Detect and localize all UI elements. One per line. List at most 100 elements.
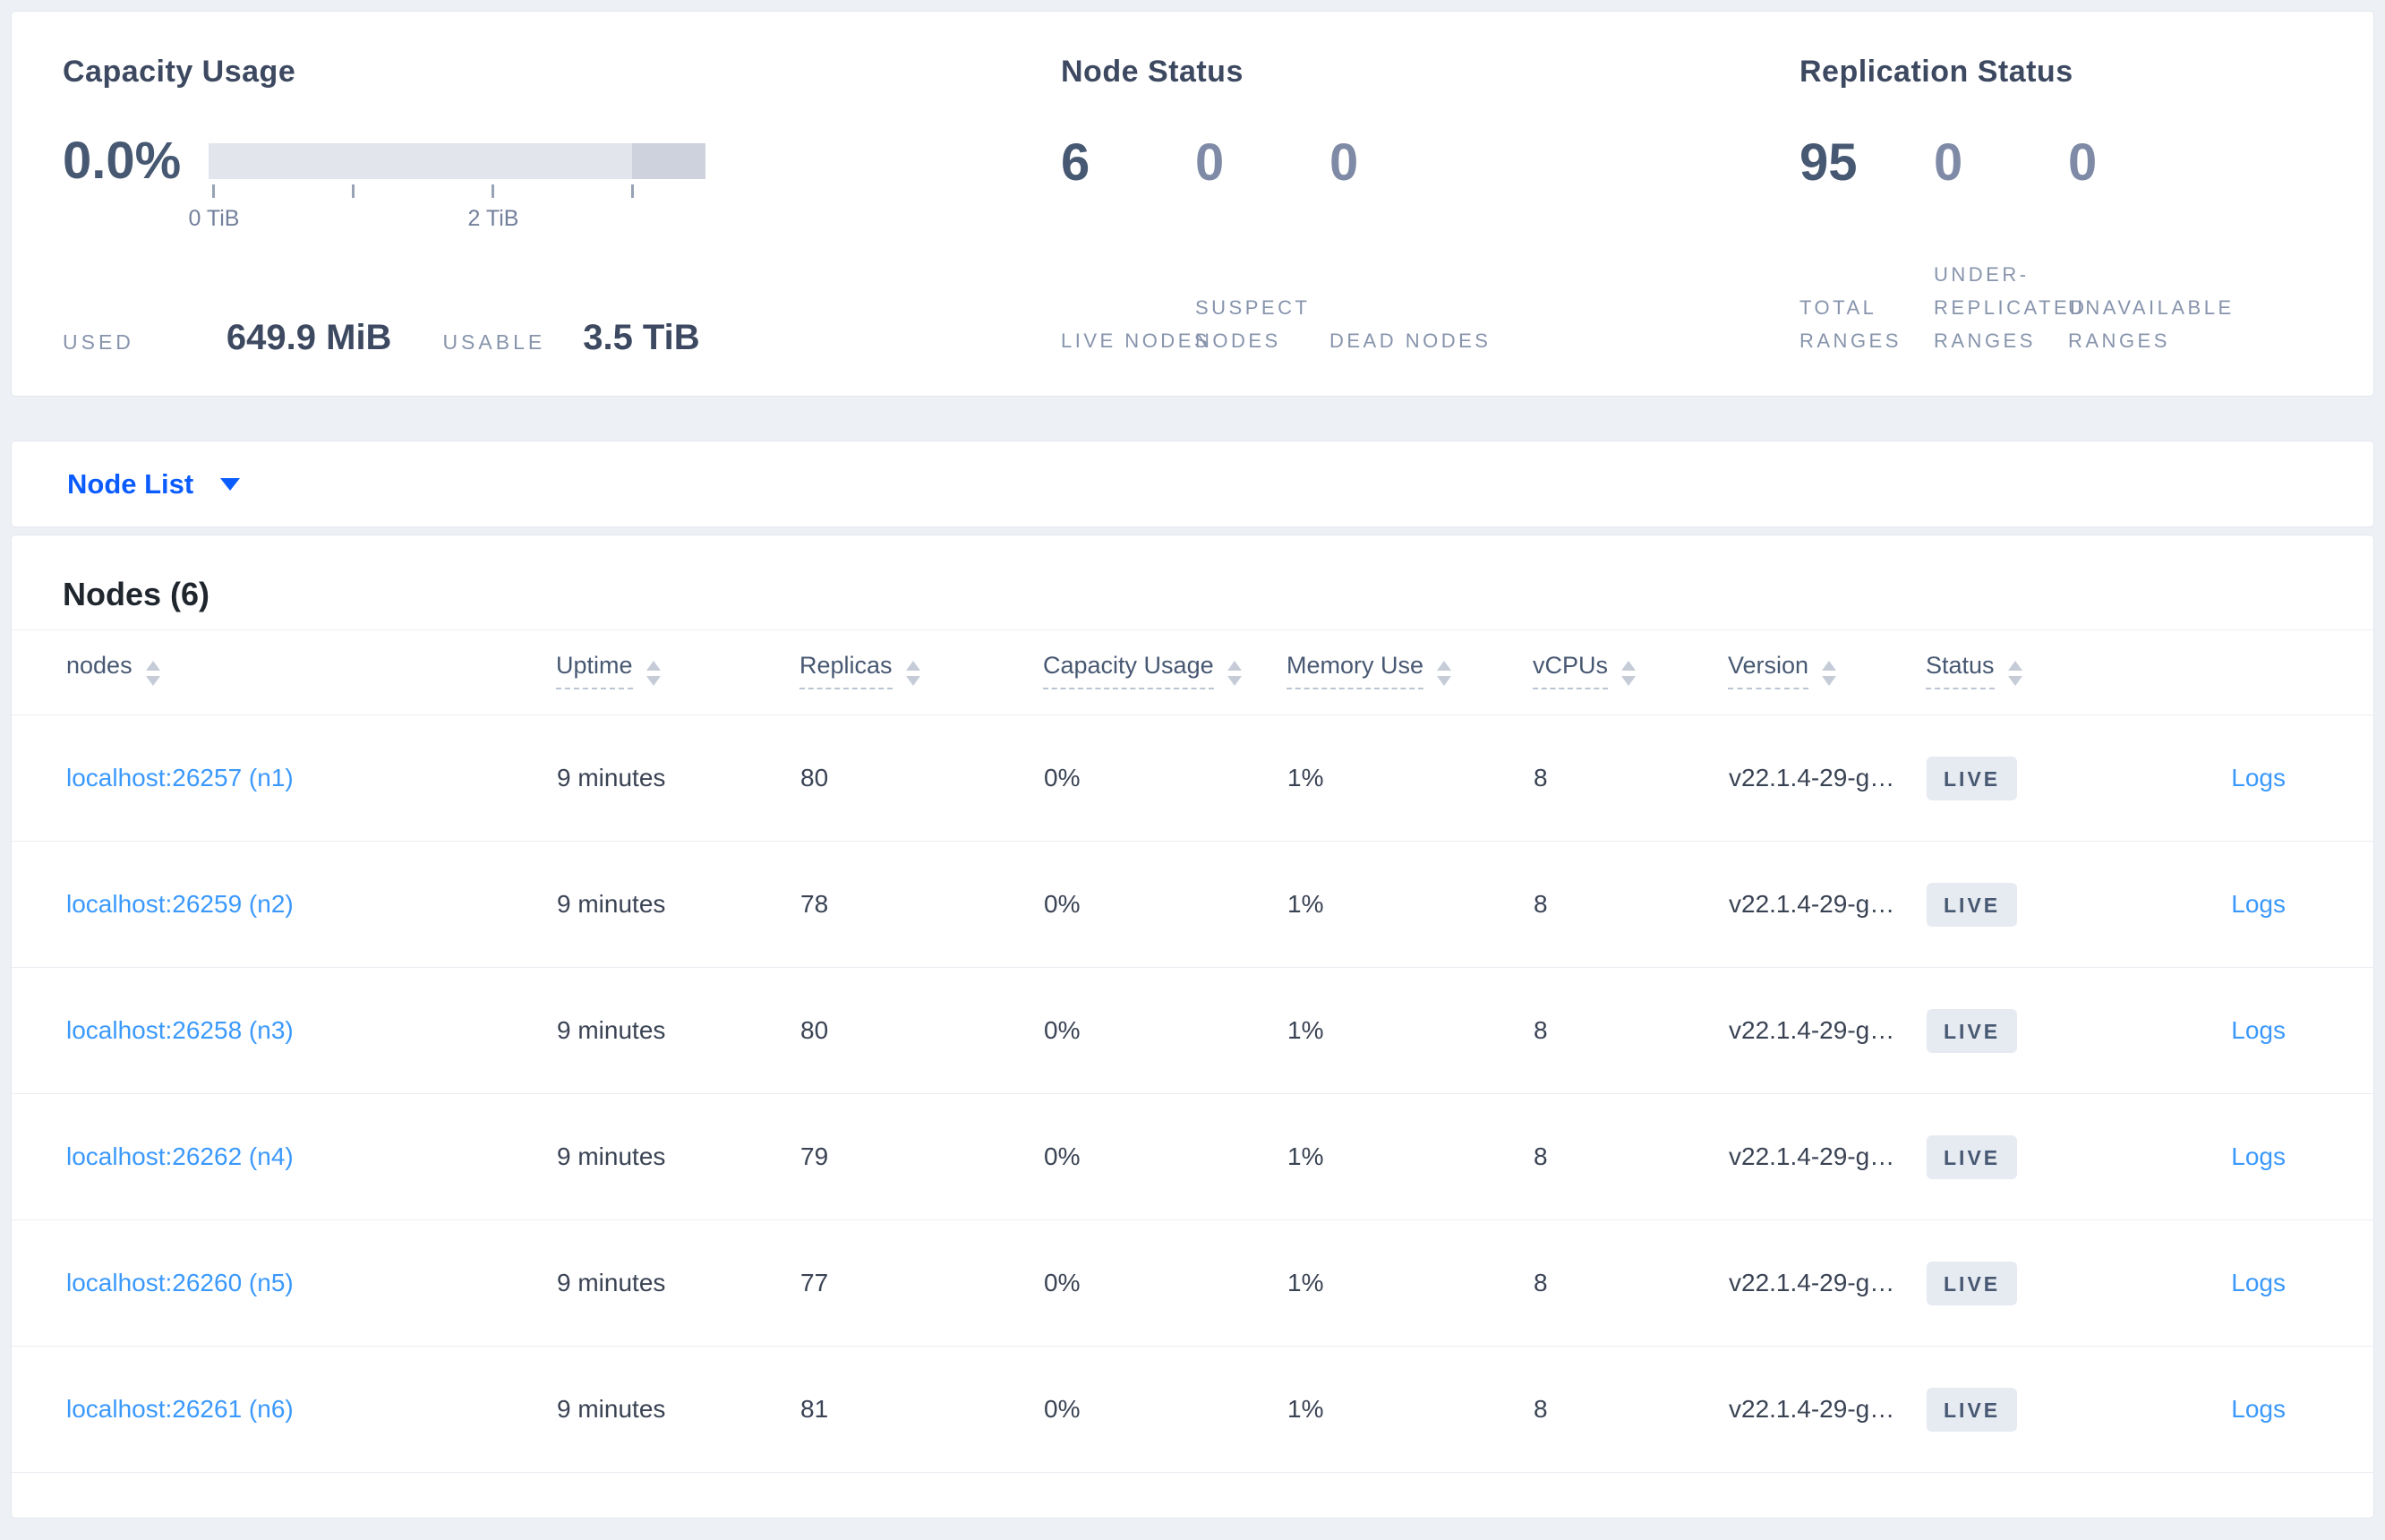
status-badge: LIVE	[1927, 1008, 2018, 1053]
replication-status-section: Replication Status 95 TOTAL RANGES 0 UND…	[1799, 55, 2231, 352]
capacity-cell: 0%	[1043, 1346, 1287, 1473]
capacity-cell: 0%	[1043, 714, 1287, 842]
column-header-status[interactable]: Status	[1926, 629, 2151, 715]
vcpus-cell: 8	[1533, 1093, 1728, 1220]
nodes-table-panel: Nodes (6) nodes Uptime Replicas Capacity…	[11, 535, 2374, 1519]
version-cell: v22.1.4-29-g…	[1728, 1219, 1926, 1347]
node-link[interactable]: localhost:26259 (n2)	[66, 890, 294, 918]
sort-icon	[905, 661, 920, 686]
sort-icon	[1227, 661, 1242, 686]
node-link[interactable]: localhost:26258 (n3)	[66, 1016, 294, 1044]
replicas-cell: 80	[799, 714, 1043, 842]
unavailable-ranges-stat: 0 UNAVAILABLE RANGES	[2068, 133, 2231, 358]
sort-icon	[2007, 661, 2022, 686]
vcpus-cell: 8	[1533, 1219, 1728, 1347]
capacity-bar-reserved-segment	[632, 143, 705, 179]
usable-label: USABLE	[442, 330, 546, 354]
column-header-version[interactable]: Version	[1728, 629, 1926, 715]
replicas-cell: 79	[799, 1093, 1043, 1220]
cluster-summary-panel: Capacity Usage 0.0% 0 TiB 2 TiB USED 649…	[11, 11, 2374, 397]
uptime-cell: 9 minutes	[556, 714, 799, 842]
column-header-uptime[interactable]: Uptime	[556, 629, 799, 715]
status-badge: LIVE	[1927, 1261, 2018, 1305]
capacity-cell: 0%	[1043, 967, 1287, 1094]
version-cell: v22.1.4-29-g…	[1728, 1346, 1926, 1473]
column-header-memory-use[interactable]: Memory Use	[1287, 629, 1533, 715]
logs-link[interactable]: Logs	[2231, 1395, 2286, 1423]
table-row: localhost:26258 (n3) 9 minutes 80 0% 1% …	[12, 967, 2373, 1094]
capacity-usage-title: Capacity Usage	[63, 55, 296, 89]
live-nodes-stat: 6 LIVE NODES	[1061, 137, 1208, 358]
node-list-dropdown[interactable]: Node List	[67, 468, 193, 500]
sort-icon	[1437, 661, 1452, 686]
memory-cell: 1%	[1287, 1219, 1533, 1347]
node-link[interactable]: localhost:26261 (n6)	[66, 1395, 294, 1423]
column-header-capacity-usage[interactable]: Capacity Usage	[1043, 629, 1287, 715]
table-row: localhost:26262 (n4) 9 minutes 79 0% 1% …	[12, 1093, 2373, 1220]
axis-tick-label: 0 TiB	[188, 206, 240, 231]
logs-link[interactable]: Logs	[2231, 1269, 2286, 1296]
table-row: localhost:26260 (n5) 9 minutes 77 0% 1% …	[12, 1219, 2373, 1347]
capacity-used-percent: 0.0%	[63, 132, 182, 190]
capacity-cell: 0%	[1043, 1219, 1287, 1347]
sort-icon	[645, 661, 661, 686]
uptime-cell: 9 minutes	[556, 1346, 799, 1473]
sort-icon	[145, 661, 160, 686]
uptime-cell: 9 minutes	[556, 1219, 799, 1347]
axis-tick	[352, 184, 355, 198]
column-header-nodes[interactable]: nodes	[12, 629, 556, 715]
memory-cell: 1%	[1287, 714, 1533, 842]
table-row: localhost:26257 (n1) 9 minutes 80 0% 1% …	[12, 714, 2373, 842]
under-replicated-ranges-stat: 0 UNDER-REPLICATED RANGES	[1934, 137, 2084, 358]
total-ranges-stat: 95 TOTAL RANGES	[1799, 133, 1934, 358]
capacity-bar-usable-segment	[209, 143, 632, 179]
axis-tick	[631, 184, 634, 198]
node-link[interactable]: localhost:26257 (n1)	[66, 764, 294, 791]
unavailable-ranges-value: 0	[2068, 133, 2098, 192]
vcpus-cell: 8	[1533, 841, 1728, 968]
replicas-cell: 81	[799, 1346, 1043, 1473]
capacity-bar-chart: 0 TiB 2 TiB	[189, 143, 746, 242]
table-header-row: nodes Uptime Replicas Capacity Usage Mem…	[12, 629, 2373, 715]
capacity-bar-track	[209, 143, 746, 179]
used-value: 649.9 MiB	[226, 318, 392, 357]
node-link[interactable]: localhost:26260 (n5)	[66, 1269, 294, 1296]
axis-tick	[212, 184, 215, 198]
table-row: localhost:26261 (n6) 9 minutes 81 0% 1% …	[12, 1346, 2373, 1473]
sort-icon	[1822, 661, 1837, 686]
dead-nodes-label: DEAD NODES	[1329, 329, 1492, 353]
node-link[interactable]: localhost:26262 (n4)	[66, 1142, 294, 1170]
logs-link[interactable]: Logs	[2231, 1142, 2286, 1170]
chevron-down-icon[interactable]	[220, 477, 241, 491]
column-header-vcpus[interactable]: vCPUs	[1533, 629, 1728, 715]
suspect-nodes-stat: 0 SUSPECT NODES	[1195, 137, 1329, 358]
dead-nodes-value: 0	[1329, 133, 1359, 192]
memory-cell: 1%	[1287, 1346, 1533, 1473]
nodes-table: nodes Uptime Replicas Capacity Usage Mem…	[12, 629, 2373, 1473]
replication-status-title: Replication Status	[1799, 55, 2073, 89]
memory-cell: 1%	[1287, 1093, 1533, 1220]
logs-link[interactable]: Logs	[2231, 1016, 2286, 1044]
uptime-cell: 9 minutes	[556, 1093, 799, 1220]
unavailable-ranges-label: UNAVAILABLE RANGES	[2068, 296, 2235, 353]
status-badge: LIVE	[1927, 882, 2018, 927]
table-row: localhost:26259 (n2) 9 minutes 78 0% 1% …	[12, 841, 2373, 968]
replicas-cell: 77	[799, 1219, 1043, 1347]
logs-link[interactable]: Logs	[2231, 890, 2286, 918]
column-header-replicas[interactable]: Replicas	[799, 629, 1043, 715]
version-cell: v22.1.4-29-g…	[1728, 967, 1926, 1094]
nodes-table-title: Nodes (6)	[63, 576, 210, 612]
total-ranges-value: 95	[1799, 133, 1858, 192]
status-badge: LIVE	[1927, 1134, 2018, 1179]
replicas-cell: 80	[799, 967, 1043, 1094]
node-status-section: Node Status 6 LIVE NODES 0 SUSPECT NODES…	[1061, 55, 1799, 352]
memory-cell: 1%	[1287, 967, 1533, 1094]
node-status-title: Node Status	[1061, 55, 1244, 89]
vcpus-cell: 8	[1533, 967, 1728, 1094]
capacity-cell: 0%	[1043, 841, 1287, 968]
status-badge: LIVE	[1927, 756, 2018, 800]
version-cell: v22.1.4-29-g…	[1728, 841, 1926, 968]
version-cell: v22.1.4-29-g…	[1728, 1093, 1926, 1220]
replicas-cell: 78	[799, 841, 1043, 968]
logs-link[interactable]: Logs	[2231, 764, 2286, 791]
